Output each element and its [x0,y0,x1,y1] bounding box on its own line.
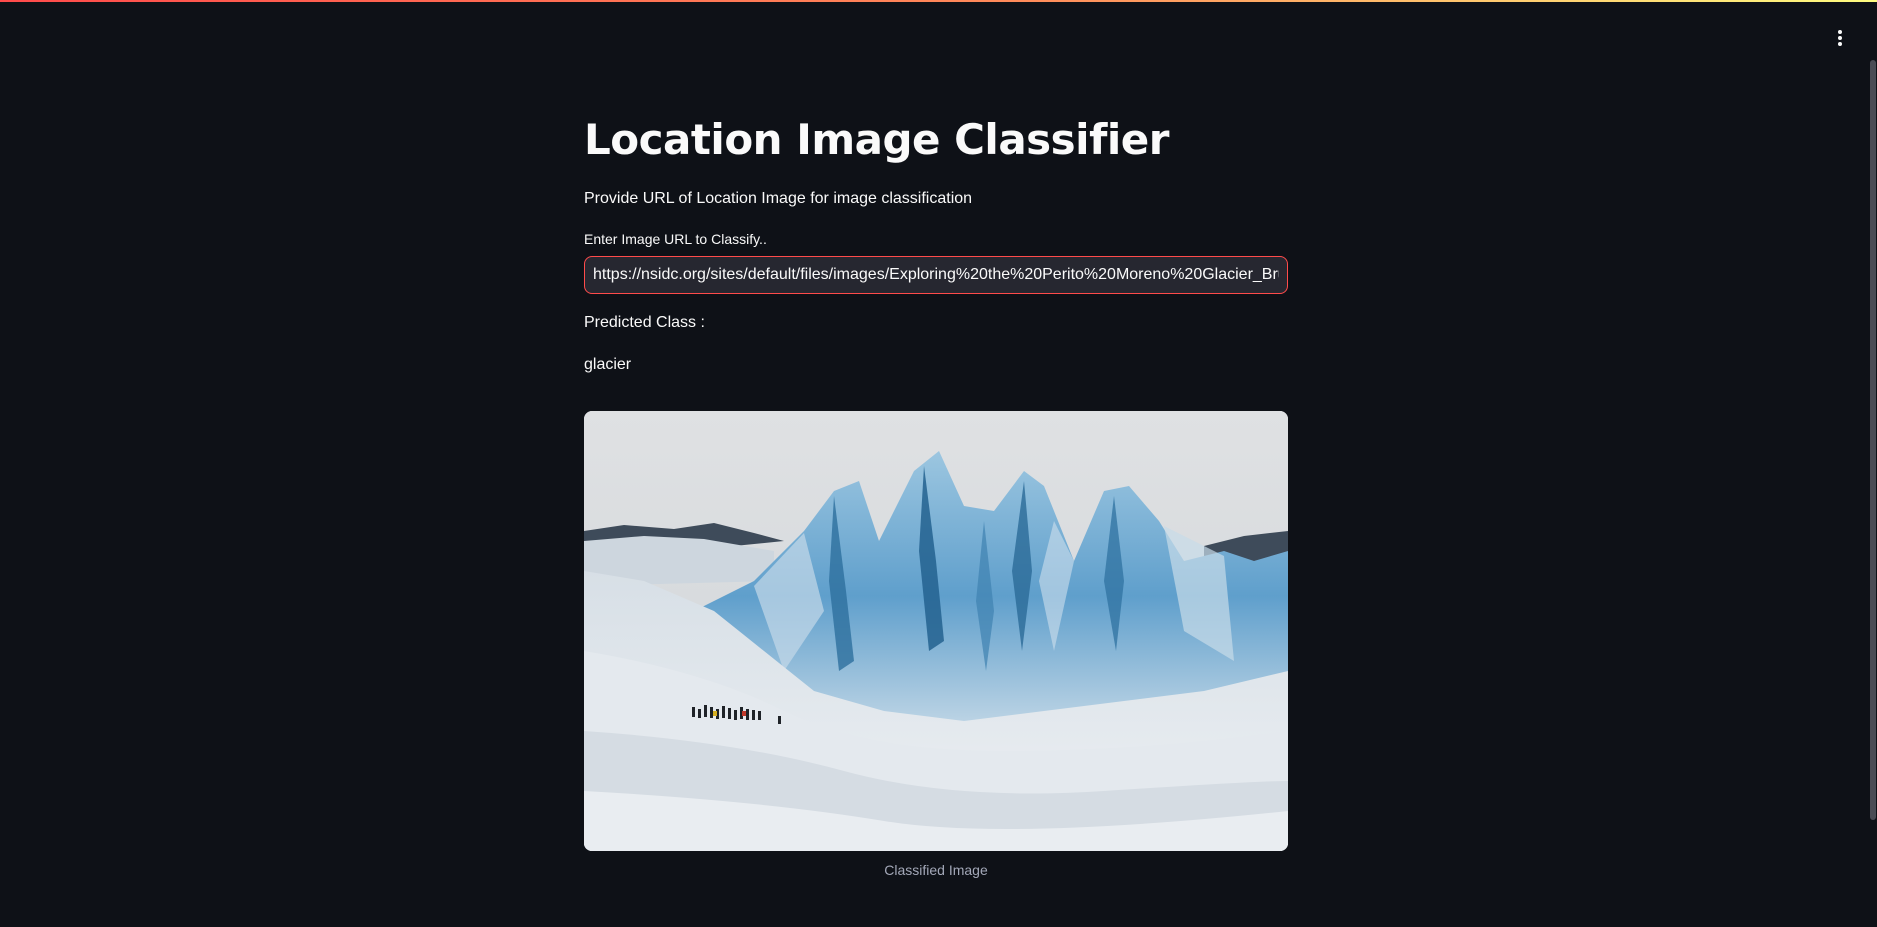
predicted-class-label: Predicted Class : [584,314,705,331]
glacier-image [584,411,1288,851]
predicted-class-value: glacier [584,356,632,373]
page-subtitle: Provide URL of Location Image for image … [584,190,973,207]
main-menu-button[interactable] [1826,24,1854,52]
image-url-input[interactable] [584,256,1288,294]
url-input-label: Enter Image URL to Classify.. [584,231,767,247]
vertical-ellipsis-icon [1838,30,1842,46]
classified-image [584,411,1288,851]
page-title: Location Image Classifier [584,115,1169,164]
header-decoration-bar [0,0,1877,2]
image-caption: Classified Image [884,862,988,878]
scrollbar[interactable] [1870,60,1876,820]
